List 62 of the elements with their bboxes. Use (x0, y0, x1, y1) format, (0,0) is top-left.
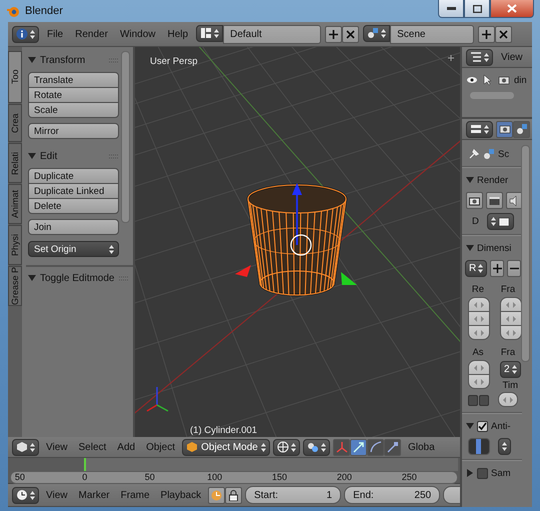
tool-shelf-tab[interactable]: Relati (8, 143, 22, 183)
tool-button[interactable]: Delete (28, 198, 119, 214)
tool-button[interactable]: Translate (28, 72, 119, 88)
orientation-dropdown[interactable]: Globa (404, 442, 439, 452)
tool-shelf-tab[interactable]: Crea (8, 104, 22, 142)
display-label: D (472, 216, 480, 227)
outliner-row-text[interactable]: din (514, 74, 527, 86)
menu-item[interactable]: Marker (74, 490, 114, 500)
frame-tick-label: 200 (336, 472, 352, 482)
menu-item[interactable]: Select (74, 442, 110, 452)
preset-dropdown[interactable]: R (465, 260, 488, 277)
end-frame-field[interactable]: End: 250 (344, 486, 440, 504)
tool-button[interactable]: Scale (28, 102, 119, 118)
tool-shelf-tab[interactable]: Grease P (8, 266, 22, 306)
menu-item[interactable]: Help (164, 28, 192, 40)
start-frame-field[interactable]: Start: 1 (245, 486, 342, 504)
menu-item[interactable]: File (43, 28, 68, 40)
panel-title[interactable]: Anti- (491, 420, 511, 432)
menu-item[interactable]: View (42, 442, 72, 452)
view-name: User Persp (150, 56, 198, 67)
panel-title[interactable]: Transform (40, 54, 86, 66)
layout-name-field[interactable]: Default (223, 24, 322, 44)
panel-title[interactable]: Edit (40, 150, 58, 162)
frame-scale[interactable]: 50 0 50 100 150 200 250 (10, 471, 458, 484)
dropdown[interactable]: Set Origin (28, 241, 119, 257)
context-label: Sc (498, 148, 510, 160)
field-label: Re (470, 284, 486, 294)
menu-item[interactable]: Object (142, 442, 179, 452)
window-title: Blender (25, 5, 64, 17)
menu-item[interactable]: Playback (156, 490, 206, 500)
menu-item[interactable]: Window (116, 28, 160, 40)
frame-rate-dropdown[interactable]: 2 (500, 361, 521, 378)
mode-dropdown[interactable]: Object Mode (182, 438, 270, 456)
tool-button[interactable]: Mirror (28, 123, 119, 139)
frame-tick-label: 150 (272, 472, 287, 482)
field-label: As (471, 346, 485, 358)
field-label: Tim (502, 380, 518, 391)
menu-item[interactable]: Add (113, 442, 140, 452)
frame-tick-label: 100 (207, 472, 222, 482)
panel-title[interactable]: Sam (491, 468, 511, 478)
menu-item[interactable]: Frame (116, 490, 154, 500)
panel-title[interactable]: Render (477, 174, 508, 186)
scene-name-field[interactable]: Scene (390, 24, 474, 44)
frame-tick-label: 250 (402, 472, 417, 482)
tool-button[interactable]: Join (28, 219, 119, 235)
frame-tick-label: 50 (144, 472, 155, 482)
tool-button[interactable]: Duplicate Linked (28, 183, 119, 199)
field-label: Fra (500, 284, 516, 294)
menu-item[interactable]: View (42, 490, 72, 500)
menu-item[interactable]: Render (71, 28, 112, 40)
tool-shelf-tab[interactable]: Animat (8, 184, 22, 224)
frame-tick-label: 0 (82, 472, 88, 482)
field-label: Fra (500, 346, 516, 358)
panel-title[interactable]: Toggle Editmode (40, 272, 114, 284)
3d-viewport[interactable]: User Persp (1) Cylinder.001 (135, 47, 460, 437)
frame-tick-label: 50 (14, 472, 25, 482)
tool-shelf-tab[interactable]: Physi (8, 225, 22, 265)
tool-shelf-tab[interactable]: Too (8, 51, 22, 103)
panel-title[interactable]: Dimensi (477, 242, 512, 254)
object-label: (1) Cylinder.001 (190, 425, 258, 436)
tool-button[interactable]: Duplicate (28, 168, 119, 184)
tool-button[interactable]: Rotate (28, 87, 119, 103)
